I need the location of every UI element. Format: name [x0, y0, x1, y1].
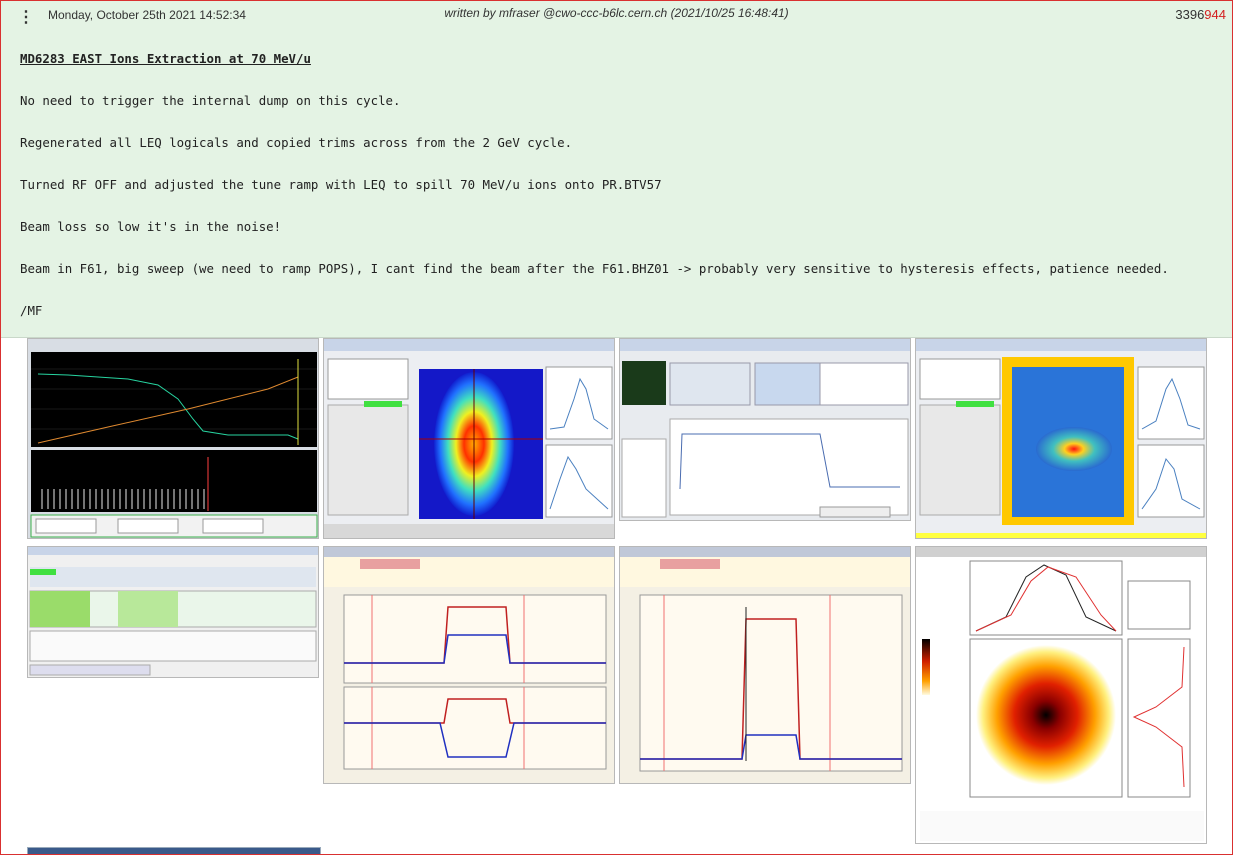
logbook-entry: ⋮ Monday, October 25th 2021 14:52:34 wri… — [0, 0, 1233, 855]
heatmap-icon — [916, 339, 1206, 538]
entry-author: written by mfraser @cwo-ccc-b6lc.cern.ch… — [444, 6, 789, 20]
line-chart-icon — [324, 547, 614, 783]
entry-paragraph: Turned RF OFF and adjusted the tune ramp… — [20, 177, 662, 192]
entry-header: ⋮ Monday, October 25th 2021 14:52:34 wri… — [1, 1, 1232, 337]
entry-id-prefix: 3396 — [1175, 7, 1205, 22]
attachment-thumbnail-partial[interactable] — [27, 847, 321, 854]
entry-paragraph: No need to trigger the internal dump on … — [20, 93, 401, 108]
attachment-thumbnail-tomogram[interactable] — [915, 546, 1207, 844]
entry-paragraph: Regenerated all LEQ logicals and copied … — [20, 135, 573, 150]
attachment-thumbnail-settings-table[interactable] — [27, 546, 319, 678]
entry-id-highlight: 944 — [1204, 7, 1226, 22]
entry-paragraph: Beam loss so low it's in the noise! — [20, 219, 282, 234]
entry-id[interactable]: 3396944 — [1175, 7, 1226, 22]
line-chart-icon — [620, 339, 910, 520]
attachment-thumbnail-btv57-profile[interactable] — [915, 338, 1207, 539]
attachment-thumbnail-f61-bhz01[interactable] — [619, 546, 911, 784]
table-icon — [28, 547, 318, 677]
heatmap-icon — [324, 339, 614, 538]
entry-signature: /MF — [20, 303, 43, 318]
line-chart-icon — [28, 339, 318, 538]
heatmap-icon — [916, 547, 1206, 843]
attachment-thumbnail-intensity-trend[interactable] — [27, 338, 319, 539]
attachment-thumbnail-btv-beam-image[interactable] — [323, 338, 615, 539]
entry-title: MD6283 EAST Ions Extraction at 70 MeV/u — [20, 51, 311, 66]
line-chart-icon — [620, 547, 910, 783]
attachment-thumbnail-tune-ramp-leq[interactable] — [619, 338, 911, 521]
attachment-thumbnail-f61-currents[interactable] — [323, 546, 615, 784]
entry-paragraph: Beam in F61, big sweep (we need to ramp … — [20, 261, 1169, 276]
